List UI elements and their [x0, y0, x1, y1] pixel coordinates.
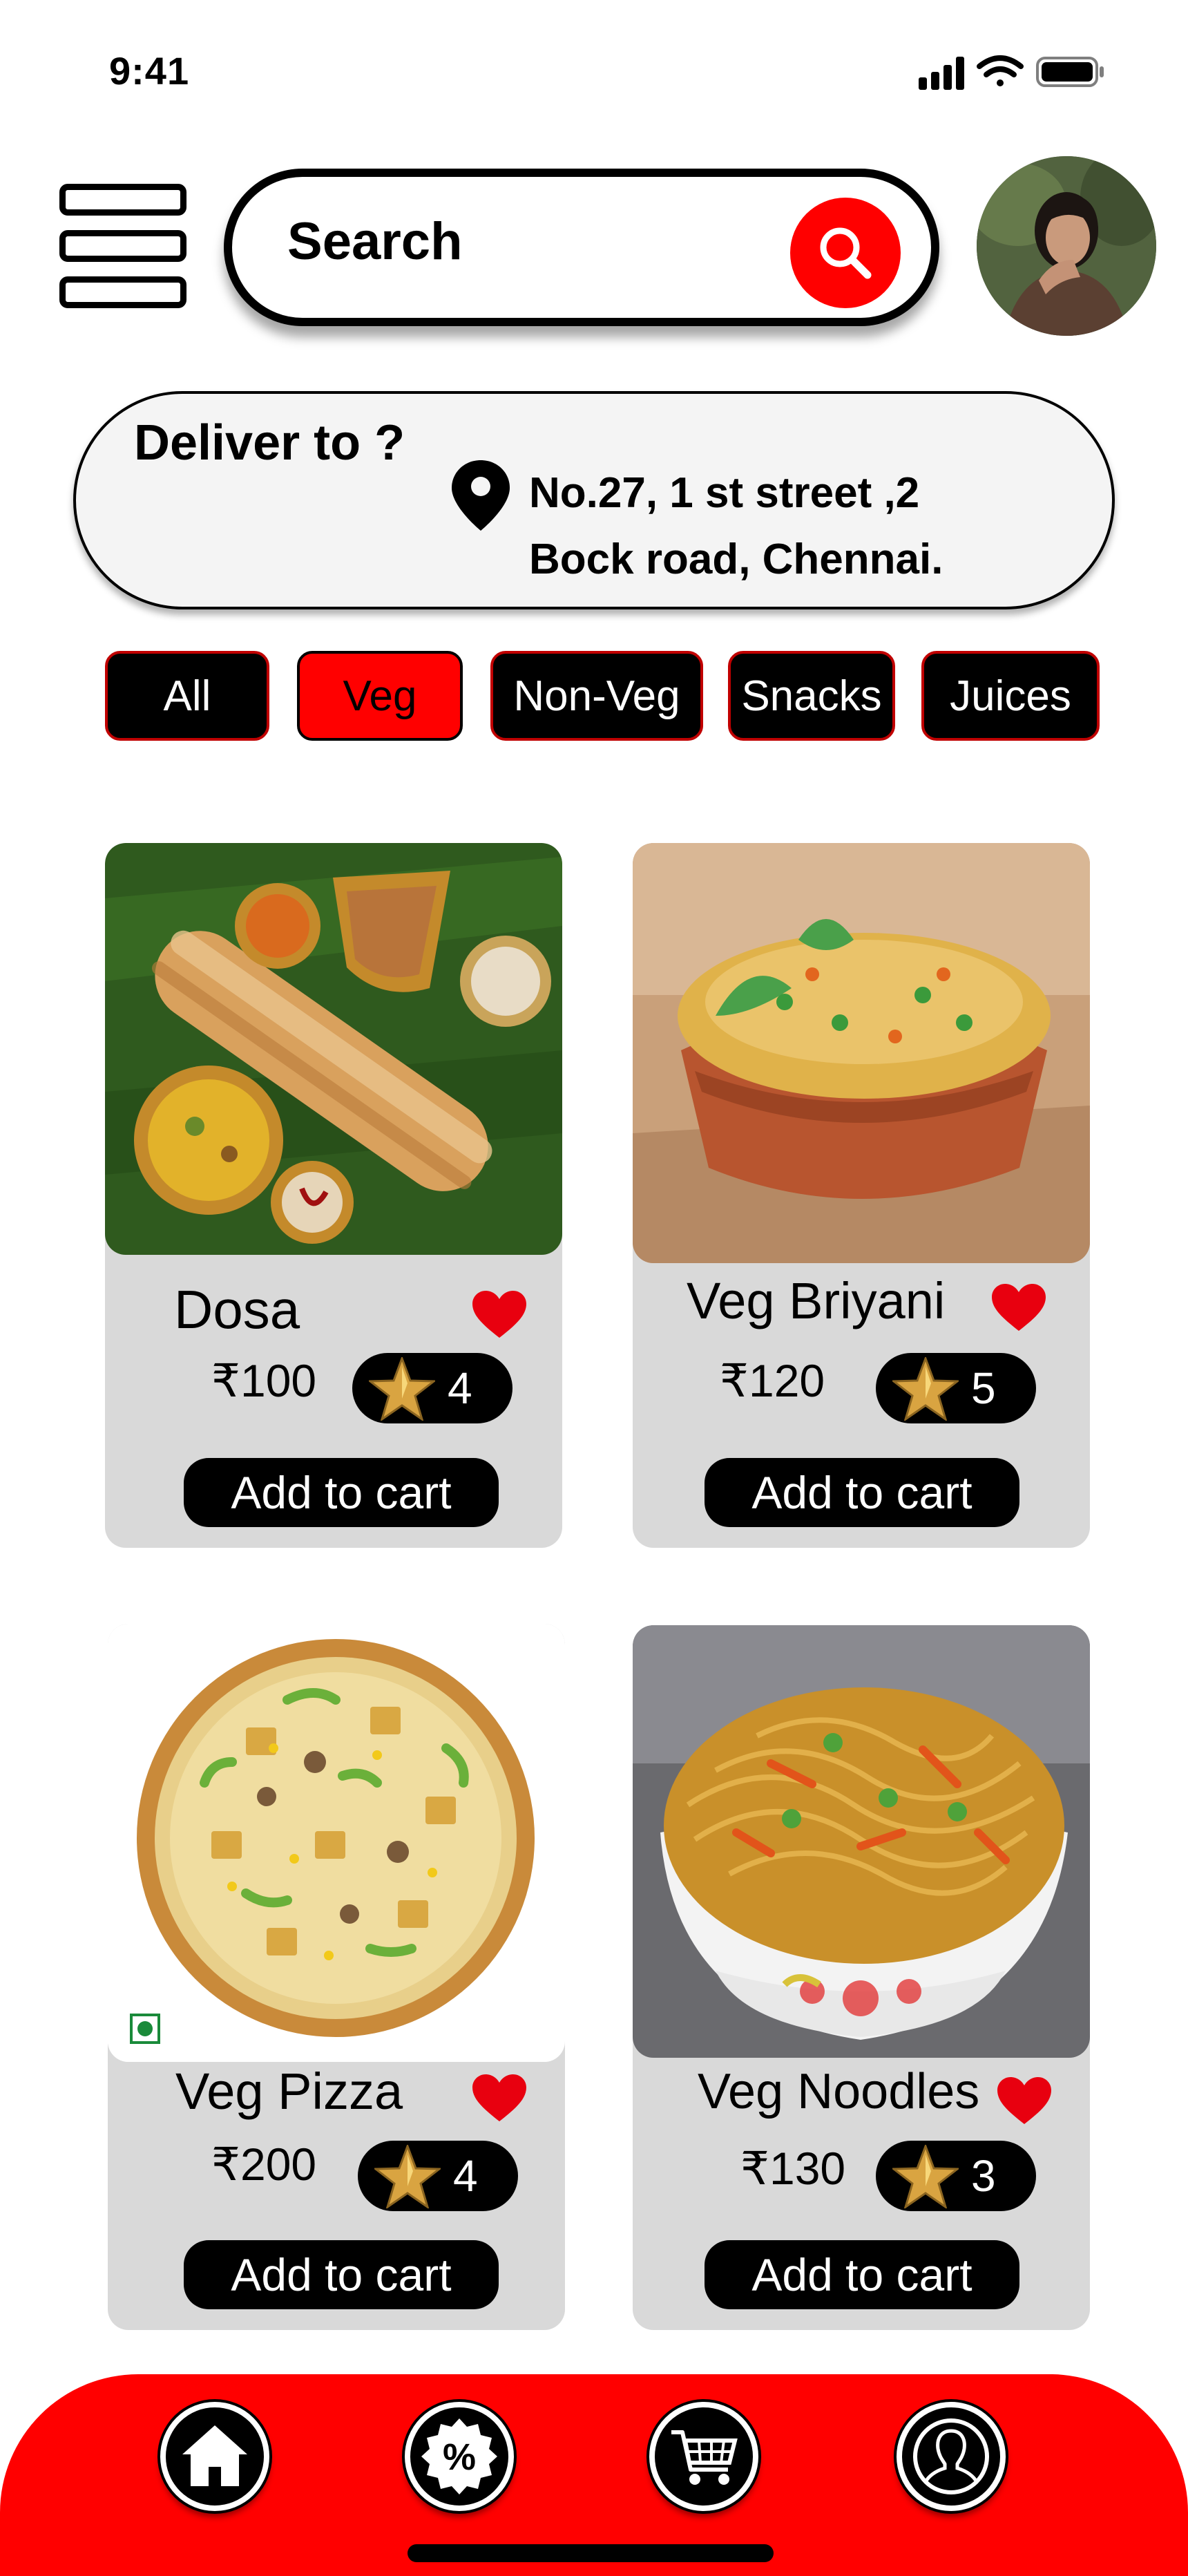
product-card-dosa[interactable]: Dosa ₹100 4 Add to cart [105, 843, 562, 1548]
search-input[interactable]: Search [224, 169, 939, 326]
product-name: Veg Briyani [687, 1272, 946, 1329]
star-icon [892, 2145, 959, 2208]
menu-bar [59, 230, 186, 262]
product-name: Dosa [174, 1279, 300, 1340]
home-icon [182, 2425, 247, 2486]
rating-badge: 5 [876, 1353, 1036, 1423]
rating-badge: 4 [358, 2141, 518, 2211]
nav-home-button[interactable] [160, 2402, 269, 2511]
add-to-cart-button[interactable]: Add to cart [705, 1458, 1019, 1527]
signal-icon [919, 57, 964, 90]
cart-icon [671, 2430, 738, 2485]
search-button[interactable] [790, 198, 901, 308]
rating-value: 4 [453, 2151, 478, 2201]
rating-value: 5 [971, 1363, 996, 1413]
product-price: ₹200 [211, 2139, 317, 2190]
category-chip-veg[interactable]: Veg [297, 651, 463, 741]
product-image-veg-pizza [108, 1624, 565, 2062]
avatar[interactable] [977, 156, 1156, 336]
nav-cart-button[interactable] [649, 2402, 758, 2511]
location-pin-icon [452, 460, 510, 531]
profile-icon [913, 2418, 989, 2494]
rating-value: 3 [971, 2151, 996, 2201]
home-indicator [408, 2544, 774, 2562]
discount-icon: % [421, 2418, 497, 2494]
star-icon [369, 1357, 435, 1421]
category-chip-all[interactable]: All [105, 651, 269, 741]
nav-profile-button[interactable] [897, 2402, 1006, 2511]
delivery-address-card[interactable]: Deliver to ? No.27, 1 st street ,2 Bock … [73, 391, 1115, 609]
product-image-dosa [105, 843, 562, 1255]
product-image-veg-noodles [633, 1625, 1090, 2058]
product-price: ₹100 [211, 1355, 317, 1406]
product-card-veg-pizza[interactable]: Veg Pizza ₹200 4 Add to cart [108, 1624, 565, 2330]
category-chip-non-veg[interactable]: Non-Veg [490, 651, 703, 741]
product-card-veg-briyani[interactable]: Veg Briyani ₹120 5 Add to cart [633, 843, 1090, 1548]
product-card-veg-noodles[interactable]: Veg Noodles ₹130 3 Add to cart [633, 1625, 1090, 2330]
heart-icon[interactable] [990, 1282, 1047, 1332]
heart-icon[interactable] [471, 2073, 528, 2123]
search-icon [820, 227, 872, 279]
avatar-photo [977, 156, 1156, 336]
add-to-cart-button[interactable]: Add to cart [184, 2240, 499, 2309]
svg-text:%: % [443, 2436, 476, 2478]
menu-icon[interactable] [59, 184, 186, 308]
product-name: Veg Pizza [175, 2063, 403, 2120]
menu-bar [59, 184, 186, 216]
battery-icon [1036, 57, 1104, 87]
menu-bar [59, 276, 186, 308]
add-to-cart-button[interactable]: Add to cart [705, 2240, 1019, 2309]
rating-value: 4 [448, 1363, 472, 1413]
rating-badge: 4 [352, 1353, 512, 1423]
product-image-veg-briyani [633, 843, 1090, 1263]
address-line-1: No.27, 1 st street ,2 [529, 469, 920, 517]
status-time: 9:41 [109, 49, 190, 93]
address-line-2: Bock road, Chennai. [529, 536, 943, 583]
rating-badge: 3 [876, 2141, 1036, 2211]
product-price: ₹130 [740, 2143, 846, 2194]
category-chip-snacks[interactable]: Snacks [728, 651, 895, 741]
star-icon [374, 2145, 441, 2208]
status-icons [919, 55, 1104, 90]
heart-icon[interactable] [471, 1289, 528, 1339]
star-icon [892, 1357, 959, 1421]
search-placeholder: Search [287, 212, 463, 271]
category-chip-juices[interactable]: Juices [921, 651, 1100, 741]
product-name: Veg Noodles [698, 2064, 980, 2119]
deliver-to-title: Deliver to ? [134, 415, 405, 471]
heart-icon[interactable] [996, 2076, 1053, 2125]
wifi-icon [977, 55, 1024, 86]
product-price: ₹120 [720, 1355, 825, 1406]
add-to-cart-button[interactable]: Add to cart [184, 1458, 499, 1527]
nav-offers-button[interactable]: % [405, 2402, 514, 2511]
